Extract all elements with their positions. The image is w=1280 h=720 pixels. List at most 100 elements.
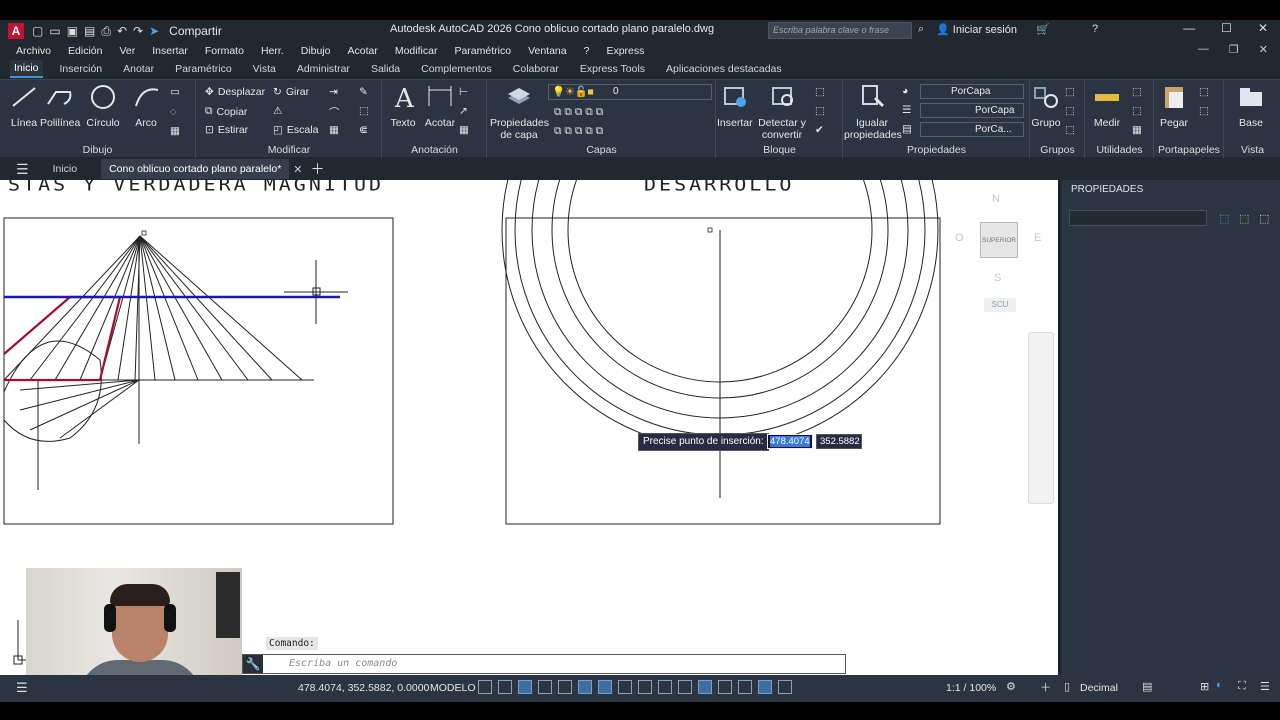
workspace-gear-icon[interactable]: ⚙ (1006, 680, 1016, 693)
igualar-propiedades-button[interactable]: Igualar propiedades (844, 84, 902, 141)
anotacion-footer[interactable]: Anotación (383, 144, 486, 156)
layer-tools-2-icon[interactable]: ⧉ ⧉ ⧉ ⧉ ⧉ (554, 125, 603, 138)
medir-button[interactable]: Medir (1092, 84, 1122, 129)
search-input[interactable]: Escriba palabra clave o frase (768, 22, 912, 39)
array-icon[interactable]: ▦ (329, 124, 339, 136)
dynamic-input-x[interactable]: 478.4074 (767, 434, 813, 449)
dynamic-ucs-icon[interactable] (698, 680, 712, 694)
utilidades-footer[interactable]: Utilidades (1086, 144, 1153, 156)
pegar-button[interactable]: Pegar (1157, 84, 1191, 129)
menu-icon[interactable]: ☰ (16, 161, 29, 178)
doc-close-icon[interactable]: ✕ (1259, 43, 1268, 56)
open-icon[interactable]: ▭ (49, 24, 60, 38)
erase-icon[interactable]: ✎ (359, 86, 368, 98)
tab-parametrico[interactable]: Paramétrico (171, 61, 236, 77)
close-tab-icon[interactable]: ✕ (293, 163, 302, 176)
tab-salida[interactable]: Salida (367, 61, 404, 77)
viewcube-east[interactable]: E (1034, 232, 1041, 244)
tab-complementos[interactable]: Complementos (417, 61, 496, 77)
modificar-footer[interactable]: Modificar (197, 144, 381, 156)
help-icon[interactable]: ? (1092, 23, 1098, 35)
tab-active-drawing[interactable]: Cono oblicuo cortado plano paralelo* (101, 159, 290, 179)
units-dropdown[interactable]: Decimal (1080, 682, 1118, 694)
grupos-footer[interactable]: Grupos (1031, 144, 1084, 156)
maximize-icon[interactable]: ☐ (1221, 21, 1232, 35)
block-create-icon[interactable]: ⬚ (815, 86, 825, 98)
bloque-footer[interactable]: Bloque (717, 144, 842, 156)
menu-modificar[interactable]: Modificar (395, 45, 438, 57)
viewcube-south[interactable]: S (994, 272, 1001, 284)
tab-aplicaciones-destacadas[interactable]: Aplicaciones destacadas (662, 61, 786, 77)
detectar-button[interactable]: Detectar y convertir (757, 84, 807, 141)
linetype-dropdown[interactable]: PorCapa (920, 103, 1024, 118)
menu-edicion[interactable]: Edición (68, 45, 102, 57)
menu-express[interactable]: Express (606, 45, 644, 57)
share-icon[interactable]: ➤ (149, 24, 159, 38)
propiedades-footer[interactable]: Propiedades (844, 144, 1029, 156)
menu-dibujo[interactable]: Dibujo (301, 45, 331, 57)
menu-help[interactable]: ? (584, 45, 590, 57)
minimize-icon[interactable]: — (1183, 21, 1195, 35)
capas-footer[interactable]: Capas (488, 144, 715, 156)
tab-colaborar[interactable]: Colaborar (509, 61, 563, 77)
plot-icon[interactable]: ⎙ (101, 24, 111, 39)
undo-icon[interactable]: ↶ (117, 24, 127, 38)
navigation-bar[interactable] (1028, 332, 1054, 504)
save-as-icon[interactable]: ▤ (84, 24, 95, 38)
cart-icon[interactable]: 🛒 (1036, 23, 1050, 36)
annotation-scale[interactable]: 1:1 / 100% (946, 682, 996, 694)
propiedades-capa-button[interactable]: Propiedades de capa (490, 84, 549, 141)
selection-cycling-icon[interactable] (658, 680, 672, 694)
arco-button[interactable]: Arco (132, 84, 160, 129)
select-all-icon[interactable]: ⬚ (1132, 105, 1142, 117)
offset-icon[interactable]: ⋐ (359, 124, 368, 136)
viewcube-face[interactable]: SUPERIOR (980, 222, 1018, 258)
portapapeles-footer[interactable]: Portapapeles (1155, 144, 1223, 156)
model-space-toggle[interactable]: MODELO (430, 682, 476, 694)
block-edit-icon[interactable]: ⬚ (815, 105, 825, 117)
menu-herr[interactable]: Herr. (261, 45, 284, 57)
group-edit-icon[interactable]: ⬚ (1065, 105, 1075, 117)
status-customize-icon[interactable]: ☰ (1260, 680, 1270, 693)
circulo-button[interactable]: Círculo (86, 84, 120, 129)
fillet-icon[interactable]: ⌒ (329, 105, 340, 120)
ungroup-icon[interactable]: ⬚ (1065, 86, 1075, 98)
autoscale-icon[interactable] (778, 680, 792, 694)
pickadd-icon[interactable]: ⬚ (1259, 212, 1269, 225)
copiar-button[interactable]: ⧉ Copiar (205, 105, 247, 118)
doc-minimize-icon[interactable]: — (1198, 43, 1209, 56)
vista-footer[interactable]: Vista (1225, 144, 1280, 156)
ortho-icon[interactable] (518, 680, 532, 694)
signin-button[interactable]: 👤 Iniciar sesión (936, 23, 1017, 36)
hatch-icon[interactable]: ◌ (170, 106, 176, 118)
viewcube-north[interactable]: N (992, 193, 1000, 205)
select-objects-icon[interactable]: ⬚ (1239, 212, 1249, 225)
menu-acotar[interactable]: Acotar (347, 45, 377, 57)
estirar-button[interactable]: ⊡ Estirar (205, 124, 248, 136)
selection-filter-icon[interactable] (718, 680, 732, 694)
redo-icon[interactable]: ↷ (133, 24, 143, 38)
menu-formato[interactable]: Formato (205, 45, 244, 57)
desplazar-button[interactable]: ✥ Desplazar (205, 86, 265, 98)
share-button[interactable]: Compartir (169, 24, 222, 38)
tab-insercion[interactable]: Inserción (56, 61, 107, 77)
base-button[interactable]: Base (1235, 84, 1267, 129)
menu-insertar[interactable]: Insertar (152, 45, 188, 57)
calculator-icon[interactable]: ▦ (1132, 124, 1142, 136)
escala-button[interactable]: ◰ Escala (273, 124, 318, 136)
dibujo-footer[interactable]: Dibujo (0, 144, 195, 156)
texto-button[interactable]: A Texto (389, 84, 417, 129)
rectangle-icon[interactable]: ▭ (170, 86, 180, 98)
annotation-monitor-icon[interactable]: ＋ (1040, 679, 1051, 695)
object-snap-tracking-icon[interactable] (578, 680, 592, 694)
tab-vista[interactable]: Vista (249, 61, 280, 77)
mirror-icon[interactable]: ⚠ (273, 105, 282, 117)
menu-parametrico[interactable]: Paramétrico (454, 45, 511, 57)
dynamic-input-y[interactable]: 352.5882 (816, 434, 862, 449)
block-attr-icon[interactable]: ✔ (815, 124, 824, 136)
tab-anotar[interactable]: Anotar (119, 61, 158, 77)
quick-properties-icon[interactable]: ▤ (1142, 680, 1152, 693)
table-icon[interactable]: ▦ (170, 125, 180, 137)
isolate-objects-icon[interactable]: ⊞ (1200, 680, 1209, 693)
new-tab-icon[interactable]: ＋ (311, 159, 325, 179)
